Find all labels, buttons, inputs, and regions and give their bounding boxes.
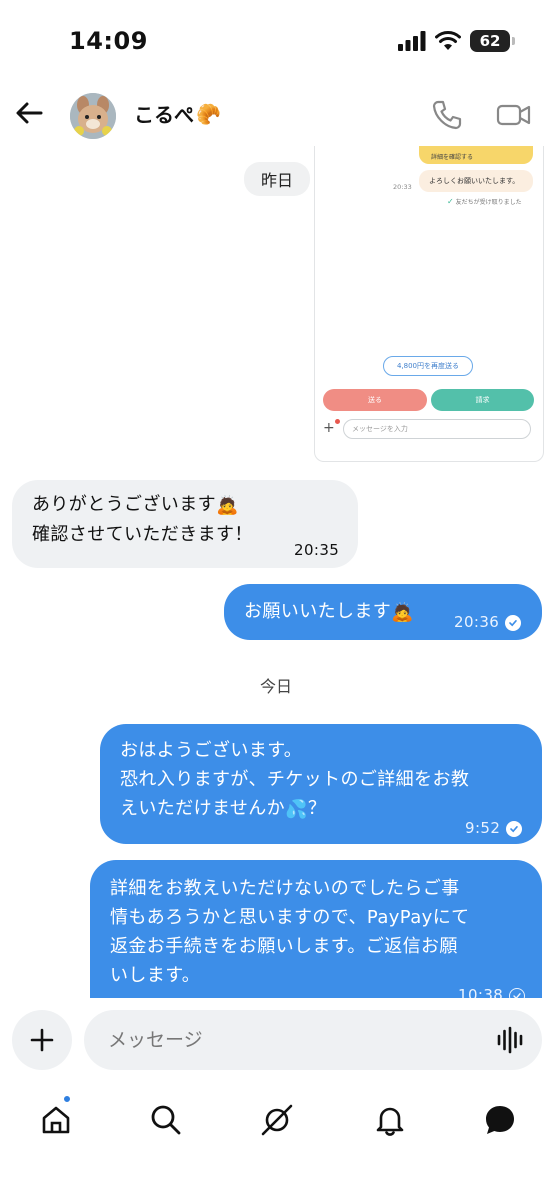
battery-level: 62 <box>479 32 501 50</box>
bottom-tab-bar <box>0 1082 554 1200</box>
message-composer <box>0 998 554 1082</box>
home-indicator <box>203 1184 351 1189</box>
signal-icon <box>398 31 426 51</box>
date-separator-yesterday: 昨日 <box>244 162 310 196</box>
chat-header: こるぺ 🥐 <box>0 84 554 146</box>
message-time: 20:35 <box>294 541 340 559</box>
contact-name[interactable]: こるぺ 🥐 <box>134 99 221 128</box>
bell-icon <box>376 1107 404 1136</box>
video-call-button[interactable] <box>496 98 532 132</box>
shot-input-field: メッセージを入力 <box>343 419 531 439</box>
call-button[interactable] <box>430 98 464 132</box>
message-line: 詳細をお教えいただけないのでしたらご事 <box>110 878 460 899</box>
contact-name-text: こるぺ <box>134 103 194 127</box>
message-input[interactable] <box>84 1010 542 1070</box>
spaces-icon <box>261 1104 293 1136</box>
tab-home[interactable] <box>36 1094 76 1140</box>
shared-screenshot-image[interactable]: 詳細を確認する よろしくお願いいたします。 20:33 ✓ 友だちが受け取りまし… <box>314 146 544 462</box>
message-line: 情もあろうかと思いますので、PayPayにて <box>110 907 470 928</box>
shot-timestamp: 20:33 <box>393 183 412 191</box>
notification-dot <box>62 1094 72 1104</box>
shot-plus-icon: + <box>323 420 335 436</box>
message-bubble-outgoing[interactable]: おはようございます。 恐れ入りますが、チケットのご詳細をお教 えいただけませんか… <box>100 724 542 844</box>
search-icon <box>151 1105 181 1135</box>
plus-icon <box>30 1028 54 1052</box>
shot-resend-button: 4,800円を再度送る <box>383 356 473 376</box>
shot-banner: 詳細を確認する <box>419 146 533 164</box>
read-check-icon <box>505 614 522 631</box>
status-time: 14:09 <box>69 27 148 55</box>
read-check-icon <box>506 820 523 837</box>
croissant-emoji: 🥐 <box>196 101 221 126</box>
status-bar: 14:09 62 <box>0 0 554 84</box>
tab-search[interactable] <box>146 1100 186 1140</box>
message-bubble-incoming[interactable]: ありがとうございます🙇 確認させていただきます！ 20:35 <box>12 480 358 568</box>
shot-send-button: 送る <box>323 389 427 411</box>
wifi-icon <box>435 31 461 50</box>
phone-icon <box>432 100 462 130</box>
date-separator-today: 今日 <box>260 677 293 696</box>
video-camera-icon <box>496 104 531 126</box>
message-time: 9:52 <box>465 814 523 843</box>
avatar-image <box>70 93 116 139</box>
message-line: 返金お手続きをお願いします。ご返信お願 <box>110 936 458 957</box>
messages-icon <box>486 1106 514 1134</box>
shot-request-button: 請求 <box>431 389 534 411</box>
home-icon <box>42 1106 70 1134</box>
voice-message-button[interactable] <box>496 1026 526 1054</box>
message-bubble-outgoing[interactable]: 詳細をお教えいただけないのでしたらご事 情もあろうかと思いますので、PayPay… <box>90 860 542 1004</box>
message-line: おはようございます。 <box>120 740 303 761</box>
status-icons: 62 <box>398 30 515 52</box>
attach-button[interactable] <box>12 1010 72 1070</box>
message-line: 恐れ入りますが、チケットのご詳細をお教 <box>120 769 470 790</box>
battery-indicator: 62 <box>470 30 515 52</box>
shot-message-bubble: よろしくお願いいたします。 <box>419 170 533 192</box>
bowing-emoji: 🙇 <box>391 601 415 623</box>
waveform-icon <box>497 1026 523 1054</box>
sweat-droplets-emoji: 💦 <box>285 798 308 820</box>
message-line: ありがとうございます🙇 <box>32 490 358 520</box>
back-button[interactable] <box>12 96 46 130</box>
tab-spaces[interactable] <box>257 1100 297 1140</box>
message-time: 20:36 <box>454 608 522 637</box>
avatar[interactable] <box>70 93 116 139</box>
tab-notifications[interactable] <box>370 1100 410 1140</box>
shot-read-status: ✓ 友だちが受け取りました <box>447 197 522 206</box>
arrow-left-icon <box>16 102 43 124</box>
tab-messages[interactable] <box>480 1100 520 1140</box>
shot-read-text: 友だちが受け取りました <box>455 199 522 206</box>
shot-notification-dot <box>335 419 340 424</box>
message-bubble-outgoing[interactable]: お願いいたします🙇 20:36 <box>224 584 542 640</box>
bowing-emoji: 🙇 <box>216 494 239 516</box>
check-icon: ✓ <box>447 197 454 206</box>
